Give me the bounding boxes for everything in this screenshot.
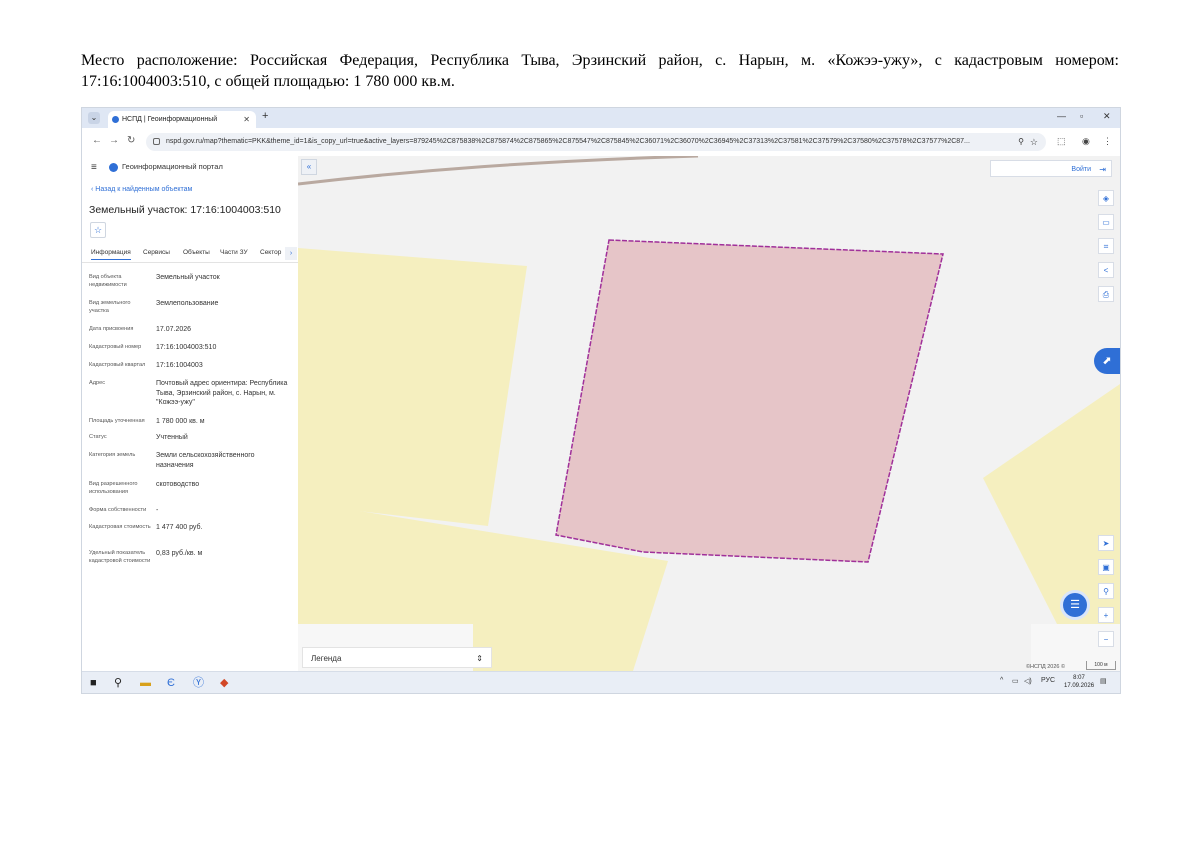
ruler-icon[interactable]: ▭ bbox=[1098, 214, 1114, 230]
screenshot-frame: ⌄ НСПД | Геоинформационный ✕ + — ▫ ✕ ← →… bbox=[81, 107, 1121, 694]
tab-list-icon[interactable]: ⌄ bbox=[88, 112, 100, 124]
portal-title: Геоинформационный портал bbox=[122, 162, 223, 171]
legend-dropdown[interactable]: Легенда ⇕ bbox=[302, 647, 492, 668]
back-to-results-link[interactable]: ‹ Назад к найденным объектам bbox=[91, 186, 192, 193]
info-tabs: Информация Сервисы Объекты Части ЗУ Сект… bbox=[82, 244, 298, 263]
clock-time: 8:07 bbox=[1073, 675, 1085, 681]
portal-logo-icon bbox=[109, 163, 118, 172]
page-caption: Место расположение: Российская Федерация… bbox=[81, 52, 1119, 90]
object-info-panel: ≡ Геоинформационный портал ‹ Назад к най… bbox=[82, 156, 299, 671]
crop-icon[interactable]: ⌗ bbox=[1098, 238, 1114, 254]
address-bar[interactable]: nspd.gov.ru/map?thematic=PKK&theme_id=1&… bbox=[146, 133, 1046, 151]
chat-support-icon[interactable]: ☰ bbox=[1063, 593, 1087, 617]
close-tab-icon[interactable]: ✕ bbox=[243, 111, 250, 128]
os-taskbar: ■ ⚲ ▬ Є Ⓨ ◆ ^ ▭ ◁) РУС 8:07 17.09.2026 ▤ bbox=[82, 671, 1120, 693]
zoom-out-icon[interactable]: − bbox=[1098, 631, 1114, 647]
tab-parts[interactable]: Части ЗУ bbox=[220, 249, 248, 256]
site-info-icon[interactable] bbox=[153, 138, 160, 145]
favorite-star-icon[interactable]: ☆ bbox=[90, 222, 106, 238]
scale-bar: 100 м bbox=[1086, 661, 1116, 670]
map-view[interactable]: « Войти ⇥ ◈ ▭ ⌗ < ⎙ ⬈ ➤ ▣ ⚲ + − ☰ Легенда… bbox=[298, 156, 1120, 671]
login-button[interactable]: Войти ⇥ bbox=[990, 160, 1112, 177]
restore-icon[interactable]: ▫ bbox=[1080, 111, 1083, 121]
tab-sector[interactable]: Сектор bbox=[260, 249, 281, 256]
bookmark-star-icon[interactable]: ☆ bbox=[1030, 133, 1038, 151]
tab-objects[interactable]: Объекты bbox=[183, 249, 210, 256]
login-icon: ⇥ bbox=[1099, 165, 1106, 174]
print-icon[interactable]: ⎙ bbox=[1098, 286, 1114, 302]
tab-title: НСПД | Геоинформационный bbox=[122, 116, 218, 123]
geolocation-icon[interactable]: ➤ bbox=[1098, 535, 1114, 551]
browser-tabbar: ⌄ НСПД | Геоинформационный ✕ + — ▫ ✕ bbox=[82, 108, 1120, 128]
map-canvas[interactable] bbox=[298, 156, 1120, 671]
chevron-updown-icon: ⇕ bbox=[476, 654, 483, 663]
search-map-icon[interactable]: ⚲ bbox=[1098, 583, 1114, 599]
hamburger-menu-icon[interactable]: ≡ bbox=[91, 162, 97, 173]
site-favicon-icon bbox=[112, 116, 119, 123]
edge-icon[interactable]: Є bbox=[167, 675, 175, 691]
close-window-icon[interactable]: ✕ bbox=[1103, 111, 1111, 122]
zoom-icon[interactable]: ⚲ bbox=[1018, 133, 1024, 151]
explorer-icon[interactable]: ▬ bbox=[140, 675, 151, 691]
info-side-tab-icon[interactable]: ⬈ bbox=[1094, 348, 1120, 374]
collapse-panel-icon[interactable]: « bbox=[301, 159, 317, 175]
browser-toolbar: ← → ↻ nspd.gov.ru/map?thematic=PKK&theme… bbox=[82, 128, 1120, 157]
volume-icon[interactable]: ◁) bbox=[1024, 677, 1032, 685]
language-indicator[interactable]: РУС bbox=[1041, 677, 1055, 684]
agri-land-area bbox=[298, 248, 527, 526]
url-text: nspd.gov.ru/map?thematic=PKK&theme_id=1&… bbox=[166, 138, 970, 145]
share-icon[interactable]: < bbox=[1098, 262, 1114, 278]
tab-services[interactable]: Сервисы bbox=[143, 249, 170, 256]
clock-date: 17.09.2026 bbox=[1064, 683, 1095, 689]
basemap-icon[interactable]: ▣ bbox=[1098, 559, 1114, 575]
layers-icon[interactable]: ◈ bbox=[1098, 190, 1114, 206]
tab-info[interactable]: Информация bbox=[91, 249, 131, 260]
powerpoint-icon[interactable]: ◆ bbox=[220, 675, 228, 691]
start-icon[interactable]: ■ bbox=[90, 675, 97, 691]
forward-icon[interactable]: → bbox=[109, 135, 119, 146]
back-icon[interactable]: ← bbox=[92, 135, 102, 146]
object-title: Земельный участок: 17:16:1004003:510 bbox=[89, 204, 281, 216]
profile-icon[interactable]: ◉ bbox=[1082, 136, 1090, 147]
extensions-icon[interactable]: ⬚ bbox=[1057, 136, 1066, 147]
notifications-icon[interactable]: ▤ bbox=[1100, 677, 1107, 685]
zoom-in-icon[interactable]: + bbox=[1098, 607, 1114, 623]
browser-menu-icon[interactable]: ⋮ bbox=[1103, 136, 1112, 147]
new-tab-icon[interactable]: + bbox=[262, 110, 268, 122]
tabs-scroll-right-icon[interactable]: › bbox=[285, 247, 297, 260]
reload-icon[interactable]: ↻ bbox=[127, 135, 135, 146]
browser-tab[interactable]: НСПД | Геоинформационный ✕ bbox=[108, 111, 256, 128]
minimize-icon[interactable]: — bbox=[1057, 111, 1066, 121]
map-copyright: ©НСПД 2026 © bbox=[1026, 664, 1066, 670]
yandex-icon[interactable]: Ⓨ bbox=[193, 675, 204, 691]
search-icon[interactable]: ⚲ bbox=[114, 675, 122, 691]
tray-chevron-icon[interactable]: ^ bbox=[1000, 677, 1003, 684]
network-icon[interactable]: ▭ bbox=[1012, 677, 1019, 685]
clock[interactable]: 8:07 17.09.2026 bbox=[1064, 674, 1094, 690]
